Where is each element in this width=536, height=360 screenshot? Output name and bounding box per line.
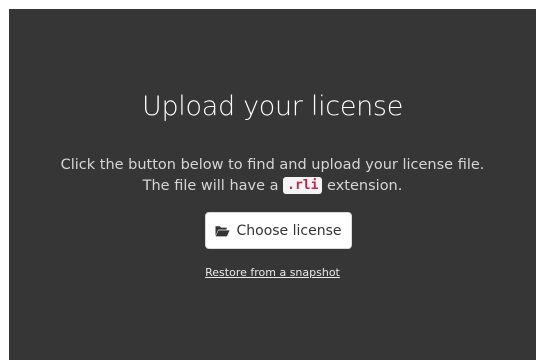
- file-extension-code: .rli: [283, 177, 323, 194]
- choose-license-label: Choose license: [236, 222, 342, 239]
- page-title: Upload your license: [141, 91, 404, 122]
- description-suffix: extension.: [322, 178, 403, 194]
- choose-license-button[interactable]: Choose license: [205, 212, 352, 249]
- description-line-1: Click the button below to find and uploa…: [60, 157, 485, 173]
- description-line-2: The file will have a .rli extension.: [9, 176, 536, 197]
- license-upload-panel: Upload your license Click the button bel…: [9, 9, 536, 360]
- restore-snapshot-link[interactable]: Restore from a snapshot: [9, 266, 536, 279]
- upload-description: Click the button below to find and uploa…: [9, 155, 536, 197]
- folder-open-icon: [215, 225, 231, 237]
- description-prefix: The file will have a: [142, 178, 284, 194]
